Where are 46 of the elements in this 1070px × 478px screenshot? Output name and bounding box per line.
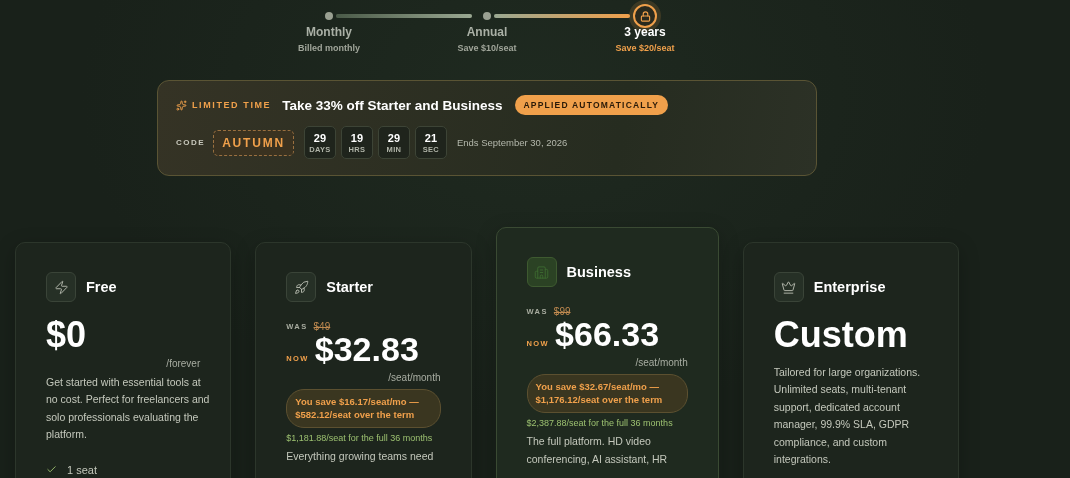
billing-option-label[interactable]: Monthly bbox=[306, 25, 352, 39]
slider-stop[interactable] bbox=[483, 12, 491, 20]
billing-option-label[interactable]: 3 years bbox=[624, 25, 666, 39]
promo-tag: LIMITED TIME bbox=[176, 99, 272, 111]
plan-description: Everything growing teams need bbox=[286, 449, 435, 465]
plan-description: The full platform. HD video conferencing, AI assistant, HR bbox=[526, 434, 669, 467]
price-period: /forever bbox=[165, 357, 201, 369]
plan-price: $66.33 bbox=[555, 317, 660, 353]
plan-price: Custom bbox=[773, 316, 908, 354]
billing-option-note: Billed monthly bbox=[298, 43, 360, 53]
term-total: $1,181.88/seat for the full 36 months bbox=[286, 433, 434, 444]
countdown-value: 29 bbox=[387, 131, 401, 144]
plan-description: Get started with essential tools at no cost. Perfect for freelancers and solo professionals evaluating the platform. bbox=[46, 374, 211, 443]
countdown-value: 29 bbox=[313, 131, 327, 144]
price-period: /seat/month bbox=[634, 356, 688, 368]
plan-icon bbox=[286, 272, 317, 302]
sparkle-icon bbox=[176, 99, 187, 111]
plan-name: Enterprise bbox=[813, 279, 886, 295]
feature-text: 1 seat bbox=[67, 463, 97, 476]
promo-code[interactable]: AUTUMN bbox=[213, 129, 294, 156]
lock-icon[interactable] bbox=[633, 4, 657, 28]
old-price: $49 bbox=[313, 321, 331, 332]
plan-name: Business bbox=[566, 264, 631, 280]
plan-price: $0 bbox=[46, 316, 87, 354]
plan-price: $32.83 bbox=[314, 332, 419, 368]
promo-headline: Take 33% off Starter and Business bbox=[282, 97, 503, 113]
plan-icon bbox=[526, 257, 557, 287]
savings-note: You save $32.67/seat/mo — $1,176.12/seat over the term bbox=[526, 373, 688, 414]
old-price: $99 bbox=[553, 306, 571, 317]
plan-name: Starter bbox=[326, 279, 373, 295]
countdown-value: 19 bbox=[350, 131, 364, 144]
plan-description: Tailored for large organizations. Unlimited seats, multi-tenant support, dedicated account manager, 99.9% SLA, GDPR compliance, and custom integrations. bbox=[773, 364, 922, 468]
slider-stop[interactable] bbox=[325, 12, 333, 20]
code-label: CODE bbox=[176, 138, 206, 147]
plan-name: Free bbox=[86, 279, 117, 295]
savings-note: You save $16.17/seat/mo — $582.12/seat over the term bbox=[286, 388, 441, 429]
price-period: /seat/month bbox=[387, 371, 441, 383]
billing-option-label[interactable]: Annual bbox=[466, 25, 508, 39]
countdown-value: 21 bbox=[424, 131, 438, 144]
billing-option-note: Save $20/seat bbox=[615, 43, 675, 53]
billing-option-note: Save $10/seat bbox=[457, 43, 517, 53]
term-total: $2,387.88/seat for the full 36 months bbox=[526, 418, 674, 429]
applied-badge: APPLIED AUTOMATICALLY bbox=[514, 95, 669, 115]
promo-end-date: Ends September 30, 2026 bbox=[456, 137, 568, 148]
plan-icon bbox=[46, 272, 76, 302]
plan-icon bbox=[773, 272, 804, 302]
